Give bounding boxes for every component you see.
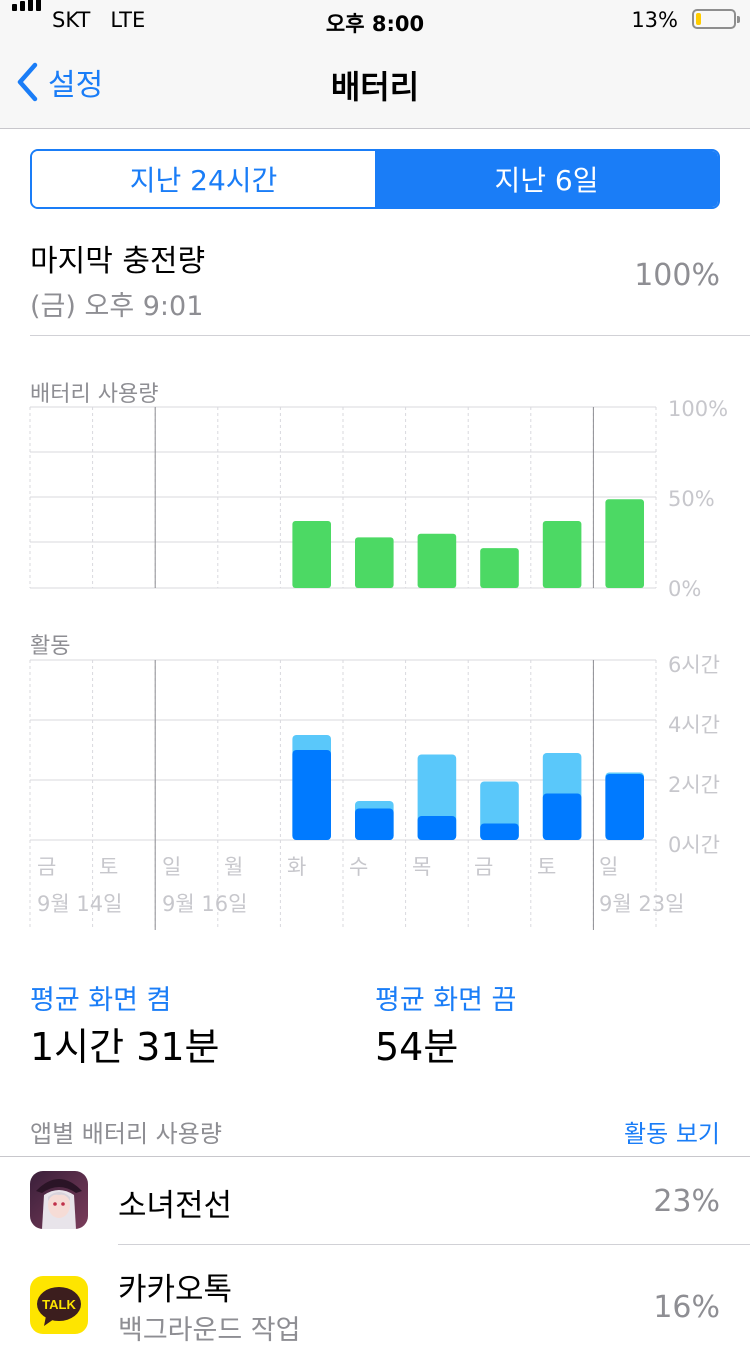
x-axis-date-label: 9월 14일 <box>37 892 123 916</box>
activity-chart-label: 활동 <box>30 634 71 659</box>
battery-usage-chart <box>29 406 657 930</box>
app-battery-percent: 23% <box>653 1184 720 1219</box>
activity-bar-screen-on <box>292 750 331 840</box>
x-axis-date-label: 9월 16일 <box>162 892 248 916</box>
divider <box>0 1156 750 1157</box>
app-battery-percent: 16% <box>653 1290 720 1325</box>
girls-frontline-app-icon <box>30 1171 88 1229</box>
battery-bar <box>542 521 582 588</box>
activity-y-tick: 6시간 <box>668 653 721 677</box>
kakaotalk-icon-text: TALK <box>42 1297 76 1312</box>
x-axis-day-label: 화 <box>287 855 307 879</box>
x-axis-day-label: 토 <box>99 855 119 879</box>
x-axis-day-label: 토 <box>537 855 557 879</box>
activity-y-tick: 4시간 <box>668 713 721 737</box>
battery-bar <box>480 548 519 588</box>
battery-y-tick: 0% <box>668 577 702 601</box>
avg-screen-off-value: 54분 <box>375 1025 459 1069</box>
activity-bar-screen-on <box>480 823 519 840</box>
x-axis-day-label: 금 <box>474 855 494 879</box>
battery-y-tick: 50% <box>668 487 715 511</box>
activity-y-tick: 2시간 <box>668 773 721 797</box>
activity-bar-screen-on <box>355 808 394 840</box>
avg-screen-on-value: 1시간 31분 <box>30 1025 220 1069</box>
app-usage-header: 앱별 배터리 사용량 <box>30 1120 222 1148</box>
activity-bar-screen-on <box>542 793 582 840</box>
show-activity-link[interactable]: 활동 보기 <box>624 1114 720 1149</box>
divider <box>118 1244 750 1245</box>
activity-y-tick: 0시간 <box>668 833 721 857</box>
x-axis-day-label: 월 <box>224 855 244 879</box>
x-axis-day-label: 일 <box>599 855 619 879</box>
battery-bar <box>292 521 331 588</box>
avg-screen-on-label: 평균 화면 켬 <box>30 985 172 1016</box>
app-name: 카카오톡 <box>118 1272 233 1308</box>
kakaotalk-app-icon: TALK <box>30 1276 88 1334</box>
battery-y-tick: 100% <box>668 397 729 421</box>
app-subtitle: 백그라운드 작업 <box>118 1315 301 1346</box>
activity-bar-screen-on <box>417 816 457 840</box>
app-name: 소녀전선 <box>118 1188 233 1224</box>
x-axis-date-label: 9월 23일 <box>599 892 685 916</box>
activity-bar-screen-on <box>605 774 644 840</box>
battery-bar <box>355 537 394 588</box>
x-axis-day-label: 금 <box>37 855 57 879</box>
x-axis-day-label: 수 <box>349 855 369 879</box>
avg-screen-off-label: 평균 화면 끔 <box>375 985 517 1016</box>
x-axis-day-label: 일 <box>162 855 182 879</box>
x-axis-day-label: 목 <box>412 855 432 879</box>
battery-bar <box>417 533 457 588</box>
battery-bar <box>605 499 644 588</box>
